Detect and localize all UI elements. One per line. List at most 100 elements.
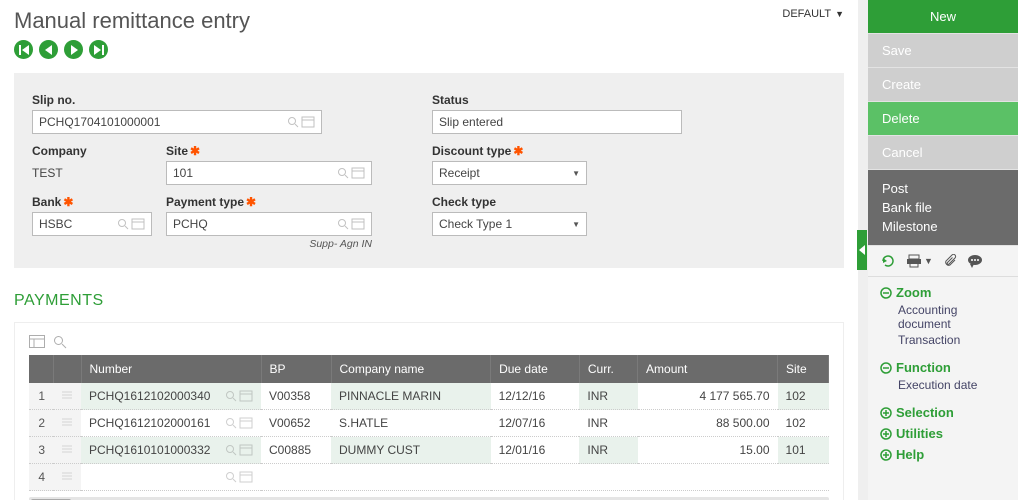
col-due-date[interactable]: Due date [491, 355, 580, 383]
cell-due-date[interactable]: 12/12/16 [491, 383, 580, 410]
cell-due-date[interactable]: 12/07/16 [491, 410, 580, 437]
cancel-button[interactable]: Cancel [868, 136, 1018, 170]
col-company[interactable]: Company name [331, 355, 491, 383]
site-input[interactable]: 101 [166, 161, 372, 185]
col-site[interactable]: Site [778, 355, 829, 383]
row-menu[interactable] [53, 410, 81, 437]
cell-amount[interactable]: 4 177 565.70 [638, 383, 778, 410]
cell-company[interactable]: DUMMY CUST [331, 437, 491, 464]
zoom-accounting-document[interactable]: Accounting document [868, 302, 1018, 332]
card-icon[interactable] [239, 417, 253, 429]
card-icon[interactable] [239, 444, 253, 456]
payments-grid[interactable]: Number BP Company name Due date Curr. Am… [29, 355, 829, 491]
table-row[interactable]: 3 PCHQ1610101000332C00885DUMMY CUST12/01/… [29, 437, 829, 464]
card-icon[interactable] [131, 218, 145, 230]
cell-number[interactable]: PCHQ1610101000332 [81, 437, 261, 464]
search-icon[interactable] [337, 218, 349, 230]
cell-curr[interactable]: INR [579, 437, 637, 464]
card-icon[interactable] [301, 116, 315, 128]
slip-no-input[interactable]: PCHQ1704101000001 [32, 110, 322, 134]
next-record-button[interactable] [64, 40, 83, 59]
prev-record-button[interactable] [39, 40, 58, 59]
payment-type-input[interactable]: PCHQ [166, 212, 372, 236]
cell-due-date[interactable] [491, 464, 580, 491]
first-record-button[interactable] [14, 40, 33, 59]
row-menu-icon[interactable] [61, 417, 73, 427]
col-number[interactable]: Number [81, 355, 261, 383]
search-icon[interactable] [117, 218, 129, 230]
row-menu-icon[interactable] [61, 471, 73, 481]
comment-icon[interactable] [967, 254, 983, 268]
milestone-action[interactable]: Milestone [882, 217, 1004, 236]
search-icon[interactable] [225, 444, 237, 456]
actions-panel[interactable]: Post Bank file Milestone [868, 170, 1018, 246]
bank-input[interactable]: HSBC [32, 212, 152, 236]
print-icon[interactable]: ▼ [906, 254, 933, 268]
attachment-icon[interactable] [943, 254, 957, 268]
cell-curr[interactable] [579, 464, 637, 491]
card-icon[interactable] [351, 218, 365, 230]
cell-site[interactable] [778, 464, 829, 491]
row-menu-icon[interactable] [61, 390, 73, 400]
cell-bp[interactable]: C00885 [261, 437, 331, 464]
bank-file-action[interactable]: Bank file [882, 198, 1004, 217]
cell-due-date[interactable]: 12/01/16 [491, 437, 580, 464]
table-row[interactable]: 2PCHQ1612102000161V00652S.HATLE12/07/16I… [29, 410, 829, 437]
card-icon[interactable] [351, 167, 365, 179]
check-type-select[interactable]: Check Type 1 [432, 212, 587, 236]
create-button[interactable]: Create [868, 68, 1018, 102]
zoom-transaction[interactable]: Transaction [868, 332, 1018, 348]
cell-company[interactable]: S.HATLE [331, 410, 491, 437]
cell-number[interactable]: PCHQ1612102000161 [81, 410, 261, 437]
function-execution-date[interactable]: Execution date [868, 377, 1018, 393]
search-icon[interactable] [287, 116, 299, 128]
cell-site[interactable]: 101 [778, 437, 829, 464]
search-icon[interactable] [53, 335, 67, 349]
col-curr[interactable]: Curr. [579, 355, 637, 383]
cell-number[interactable] [81, 464, 261, 491]
cell-site[interactable]: 102 [778, 410, 829, 437]
row-index: 3 [29, 437, 53, 464]
selection-section[interactable]: Selection [868, 401, 1018, 422]
cell-curr[interactable]: INR [579, 383, 637, 410]
search-icon[interactable] [225, 417, 237, 429]
zoom-section[interactable]: Zoom [868, 281, 1018, 302]
discount-type-select[interactable]: Receipt [432, 161, 587, 185]
cell-bp[interactable] [261, 464, 331, 491]
save-button[interactable]: Save [868, 34, 1018, 68]
cell-amount[interactable]: 88 500.00 [638, 410, 778, 437]
table-row[interactable]: 1PCHQ1612102000340V00358PINNACLE MARIN12… [29, 383, 829, 410]
delete-button[interactable]: Delete [868, 102, 1018, 136]
row-menu[interactable] [53, 437, 81, 464]
row-menu-icon[interactable] [61, 444, 73, 454]
search-icon[interactable] [225, 390, 237, 402]
view-mode-dropdown[interactable]: DEFAULT ▼ [782, 8, 844, 20]
cell-number[interactable]: PCHQ1612102000340 [81, 383, 261, 410]
help-section[interactable]: Help [868, 443, 1018, 464]
search-icon[interactable] [225, 471, 237, 483]
cell-company[interactable] [331, 464, 491, 491]
post-action[interactable]: Post [882, 179, 1004, 198]
col-bp[interactable]: BP [261, 355, 331, 383]
row-menu[interactable] [53, 464, 81, 491]
utilities-section[interactable]: Utilities [868, 422, 1018, 443]
cell-bp[interactable]: V00652 [261, 410, 331, 437]
cell-site[interactable]: 102 [778, 383, 829, 410]
last-record-button[interactable] [89, 40, 108, 59]
collapse-handle[interactable] [857, 230, 867, 270]
row-menu[interactable] [53, 383, 81, 410]
cell-company[interactable]: PINNACLE MARIN [331, 383, 491, 410]
new-button[interactable]: New [868, 0, 1018, 34]
cell-amount[interactable] [638, 464, 778, 491]
refresh-icon[interactable] [880, 254, 896, 268]
cell-curr[interactable]: INR [579, 410, 637, 437]
card-icon[interactable] [239, 471, 253, 483]
cell-bp[interactable]: V00358 [261, 383, 331, 410]
cell-amount[interactable]: 15.00 [638, 437, 778, 464]
table-row[interactable]: 4 [29, 464, 829, 491]
function-section[interactable]: Function [868, 356, 1018, 377]
search-icon[interactable] [337, 167, 349, 179]
card-icon[interactable] [239, 390, 253, 402]
col-amount[interactable]: Amount [638, 355, 778, 383]
card-icon[interactable] [29, 335, 45, 348]
